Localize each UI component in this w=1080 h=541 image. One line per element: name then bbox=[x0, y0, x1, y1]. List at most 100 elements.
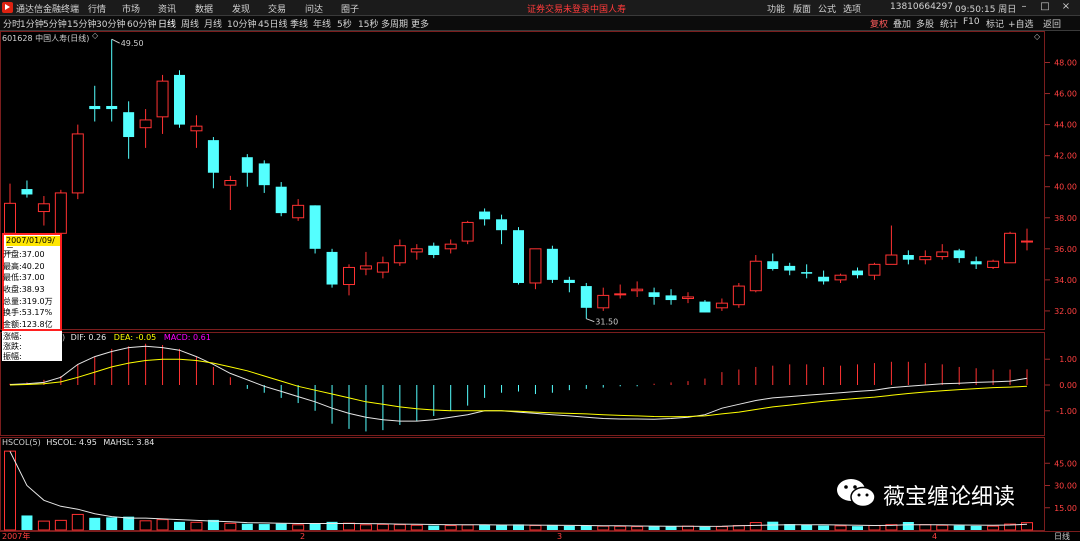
volume-bar bbox=[359, 524, 372, 531]
candle-body bbox=[376, 262, 389, 273]
candle bbox=[665, 289, 677, 305]
period-tab-5sec[interactable]: 5秒 bbox=[337, 17, 352, 30]
period-tab-1min[interactable]: 1分钟 bbox=[20, 17, 44, 30]
volume-tick-label: 30.00 bbox=[1054, 482, 1077, 491]
period-tab-45day[interactable]: 45日线 bbox=[258, 17, 287, 30]
volume-hscol-value: HSCOL: 4.95 bbox=[46, 438, 97, 447]
period-tab-multi[interactable]: 多周期 bbox=[381, 17, 408, 30]
back-button[interactable]: 返回 bbox=[1043, 17, 1061, 30]
kline-chart-svg[interactable]: 32.0034.0036.0038.0040.0042.0044.0046.00… bbox=[0, 31, 1080, 541]
f10-button[interactable]: F10 bbox=[963, 17, 980, 27]
maximize-icon[interactable]: □ bbox=[1037, 1, 1053, 14]
menu-item-layout[interactable]: 版面 bbox=[793, 2, 811, 15]
candle bbox=[580, 282, 592, 319]
period-tab-quarterly[interactable]: 季线 bbox=[290, 17, 308, 30]
candle bbox=[970, 256, 982, 269]
candle-body bbox=[275, 186, 287, 214]
candle-body bbox=[292, 204, 305, 219]
period-tab-5min[interactable]: 5分钟 bbox=[43, 17, 67, 30]
candle bbox=[428, 242, 440, 259]
menu-item-quotes[interactable]: 行情 bbox=[88, 2, 106, 15]
period-tab-more[interactable]: 更多 bbox=[411, 17, 429, 30]
volume-bar bbox=[818, 525, 830, 530]
candle-body bbox=[1021, 240, 1033, 243]
overlay-button[interactable]: 叠加 bbox=[893, 17, 911, 30]
menu-item-trade[interactable]: 交易 bbox=[268, 2, 286, 15]
period-tab-yearly[interactable]: 年线 bbox=[313, 17, 331, 30]
menu-item-market[interactable]: 市场 bbox=[122, 2, 140, 15]
menu-item-options[interactable]: 选项 bbox=[843, 2, 861, 15]
menu-item-formula[interactable]: 公式 bbox=[818, 2, 836, 15]
candle bbox=[207, 137, 219, 189]
statistics-button[interactable]: 统计 bbox=[940, 17, 958, 30]
period-tab-monthly[interactable]: 月线 bbox=[204, 17, 222, 30]
chart-menu-icon[interactable]: ◇ bbox=[1034, 32, 1040, 41]
candle bbox=[784, 262, 796, 276]
candle bbox=[631, 281, 644, 297]
volume-bar bbox=[428, 525, 440, 530]
time-axis-labels: 2007年 2 3 4 日线 bbox=[2, 531, 1070, 541]
candle-body bbox=[89, 105, 101, 110]
volume-bar bbox=[461, 524, 474, 531]
period-tab-weekly[interactable]: 周线 bbox=[181, 17, 199, 30]
period-tab-15sec[interactable]: 15秒 bbox=[358, 17, 378, 30]
volume-bar bbox=[970, 525, 982, 530]
adjust-button[interactable]: 复权 bbox=[870, 17, 888, 30]
macd-tick-label: 1.00 bbox=[1059, 355, 1077, 364]
candle bbox=[885, 225, 898, 265]
volume-bar bbox=[292, 524, 305, 531]
candle-body bbox=[648, 292, 660, 297]
candle bbox=[614, 284, 627, 299]
candle-body bbox=[139, 119, 152, 129]
menu-item-news[interactable]: 资讯 bbox=[158, 2, 176, 15]
macd-histogram bbox=[9, 343, 1028, 432]
volume-bar bbox=[123, 516, 135, 530]
candle bbox=[37, 196, 50, 226]
volume-bar bbox=[597, 525, 610, 531]
candle-body bbox=[852, 270, 863, 276]
candle-body bbox=[801, 272, 813, 274]
candle-body bbox=[224, 180, 237, 186]
minimize-icon[interactable]: – bbox=[1016, 1, 1032, 14]
candle-body bbox=[597, 294, 610, 309]
candle-body bbox=[54, 192, 67, 234]
clock: 09:50:15 周日 bbox=[955, 5, 1017, 15]
candle bbox=[868, 262, 881, 280]
candle bbox=[987, 259, 1000, 269]
candle-body bbox=[715, 302, 728, 309]
candle-body bbox=[902, 255, 914, 260]
menu-item-data[interactable]: 数据 bbox=[195, 2, 213, 15]
info-amplitude: 振幅: bbox=[3, 352, 22, 361]
info-close: 收盘:38.93 bbox=[3, 285, 45, 294]
mark-button[interactable]: 标记 bbox=[986, 17, 1004, 30]
volume-mahsl-value: MAHSL: 3.84 bbox=[103, 438, 155, 447]
period-tab-60min[interactable]: 60分钟 bbox=[127, 17, 156, 30]
volume-bar bbox=[699, 526, 711, 530]
volume-bar bbox=[580, 525, 592, 530]
period-toolbar: 分时 1分钟 5分钟 15分钟 30分钟 60分钟 日线 周线 月线 10分钟 … bbox=[0, 16, 1080, 31]
period-tab-daily[interactable]: 日线 bbox=[158, 17, 176, 30]
macd-value: MACD: 0.61 bbox=[163, 333, 211, 342]
add-watchlist-button[interactable]: +自选 bbox=[1008, 17, 1034, 30]
volume-bar bbox=[953, 525, 965, 530]
menu-item-circle[interactable]: 圈子 bbox=[341, 2, 359, 15]
volume-bar bbox=[852, 526, 863, 530]
menu-item-function[interactable]: 功能 bbox=[767, 2, 785, 15]
menu-item-discover[interactable]: 发现 bbox=[232, 2, 250, 15]
candle bbox=[4, 183, 16, 234]
period-tab-10min[interactable]: 10分钟 bbox=[227, 17, 256, 30]
menu-item-ask[interactable]: 问达 bbox=[305, 2, 323, 15]
period-tab-15min[interactable]: 15分钟 bbox=[67, 17, 96, 30]
candle-body bbox=[749, 260, 762, 292]
watermark-text: 薇宝缠论细读 bbox=[883, 485, 1016, 510]
candle-body bbox=[885, 254, 898, 265]
period-tab-intraday[interactable]: 分时 bbox=[3, 17, 21, 30]
candle-body bbox=[732, 285, 745, 306]
candle bbox=[818, 270, 830, 285]
volume-tick-label: 45.00 bbox=[1054, 459, 1077, 468]
candle bbox=[936, 244, 949, 260]
period-tab-30min[interactable]: 30分钟 bbox=[96, 17, 125, 30]
chart-settings-icon[interactable]: ◇ bbox=[92, 31, 98, 40]
multi-stock-button[interactable]: 多股 bbox=[916, 17, 934, 30]
close-icon[interactable]: × bbox=[1058, 1, 1074, 14]
